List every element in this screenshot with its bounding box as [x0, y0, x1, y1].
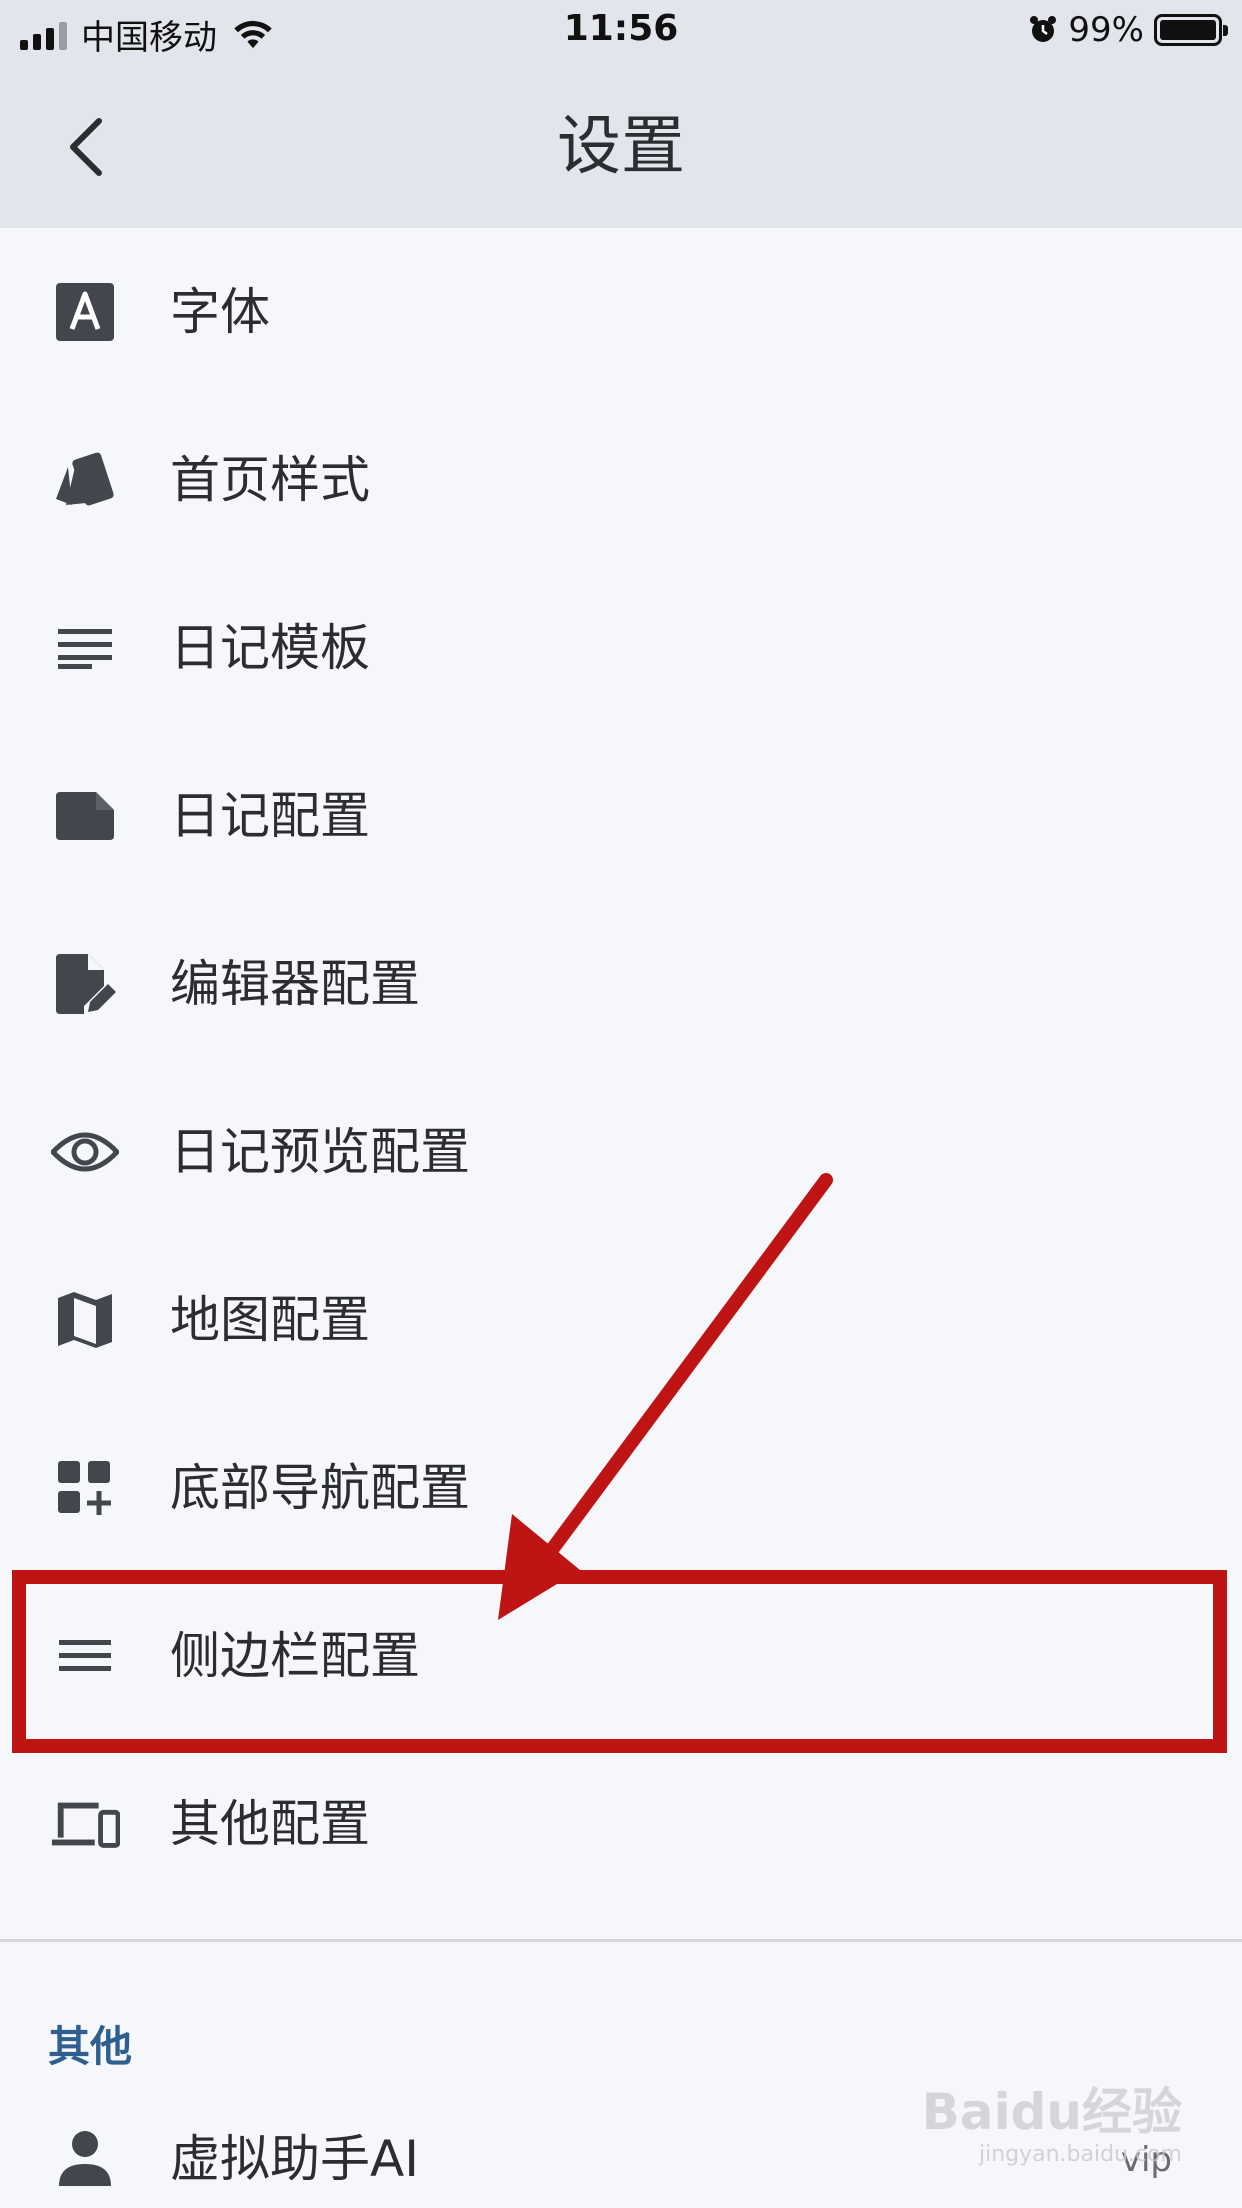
- settings-item-label: 虚拟助手AI: [170, 2130, 419, 2188]
- widgets-add-icon: [50, 1453, 120, 1523]
- settings-item-label: 日记预览配置: [170, 1123, 470, 1181]
- section-title-other: 其他: [48, 2022, 133, 2071]
- font-icon: [50, 277, 120, 347]
- settings-item-label: 编辑器配置: [170, 955, 420, 1013]
- status-right: 99%: [1028, 10, 1228, 50]
- status-bar: 中国移动 11:56 99%: [0, 0, 1242, 62]
- watermark-url: jingyan.baidu.com: [978, 2142, 1182, 2167]
- settings-item-label: 侧边栏配置: [170, 1627, 420, 1685]
- settings-item-other-config[interactable]: 其他配置: [0, 1740, 1242, 1908]
- settings-item-label: 其他配置: [170, 1795, 370, 1853]
- section-divider: [0, 1939, 1242, 1942]
- battery-icon: [1154, 14, 1228, 46]
- settings-item-label: 底部导航配置: [170, 1459, 470, 1517]
- settings-item-diary-config[interactable]: 日记配置: [0, 732, 1242, 900]
- settings-item-label: 地图配置: [170, 1291, 370, 1349]
- page-title: 设置: [557, 110, 685, 184]
- alarm-icon: [1030, 16, 1057, 42]
- note-icon: [50, 781, 120, 851]
- settings-item-font[interactable]: 字体: [0, 228, 1242, 396]
- devices-icon: [50, 1789, 120, 1859]
- edit-document-icon: [50, 949, 120, 1019]
- text-lines-icon: [50, 613, 120, 683]
- battery-percent: 99%: [1068, 10, 1144, 50]
- settings-item-preview-config[interactable]: 日记预览配置: [0, 1068, 1242, 1236]
- watermark: Baidu经验: [921, 2083, 1182, 2141]
- map-icon: [50, 1285, 120, 1355]
- settings-item-bottom-nav-config[interactable]: 底部导航配置: [0, 1404, 1242, 1572]
- settings-item-label: 首页样式: [170, 451, 370, 509]
- settings-item-label: 日记模板: [170, 619, 370, 677]
- style-cards-icon: [50, 445, 120, 515]
- settings-item-home-style[interactable]: 首页样式: [0, 396, 1242, 564]
- person-icon: [59, 2131, 111, 2186]
- settings-item-map-config[interactable]: 地图配置: [0, 1236, 1242, 1404]
- eye-icon: [50, 1117, 120, 1187]
- settings-item-diary-template[interactable]: 日记模板: [0, 564, 1242, 732]
- nav-header: 设置: [0, 62, 1242, 228]
- settings-item-label: 日记配置: [170, 787, 370, 845]
- settings-list: 字体 首页样式 日记模板 日记配置 编辑器配置 日记预览配置 地图配置 底部导航…: [0, 228, 1242, 1908]
- settings-item-label: 字体: [170, 283, 270, 341]
- settings-item-editor-config[interactable]: 编辑器配置: [0, 900, 1242, 1068]
- settings-item-sidebar-config[interactable]: 侧边栏配置: [0, 1572, 1242, 1740]
- menu-icon: [50, 1621, 120, 1691]
